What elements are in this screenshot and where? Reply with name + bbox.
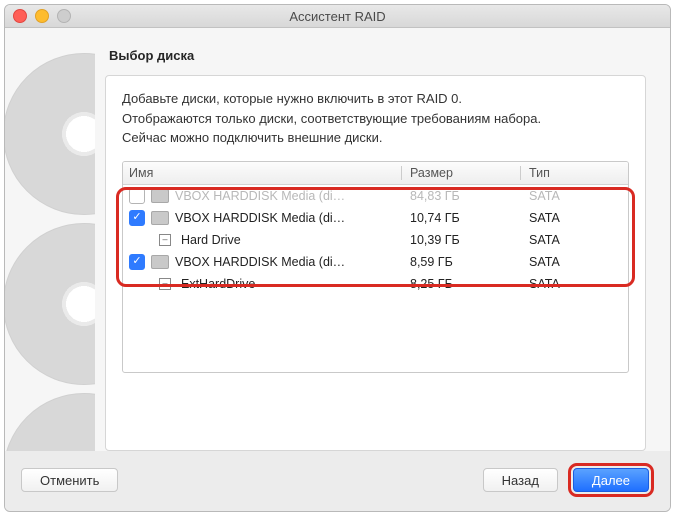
table-row[interactable]: –ExtHardDrive 8,25 ГБSATA: [123, 273, 628, 295]
disk-type: SATA: [520, 233, 628, 247]
disk-table: Имя Размер Тип VBOX HARDDISK Media (di… 8…: [122, 161, 629, 373]
hard-disk-icon: [151, 255, 169, 269]
disk-size: 10,39 ГБ: [401, 233, 520, 247]
table-row[interactable]: VBOX HARDDISK Media (di… 84,83 ГБSATA: [123, 185, 628, 207]
annotation-highlight-next: Далее: [568, 463, 654, 497]
close-icon[interactable]: [13, 9, 27, 23]
disk-name: VBOX HARDDISK Media (di…: [175, 255, 345, 269]
raid-assistant-window: Ассистент RAID Выбор диска Добавьте диск…: [4, 4, 671, 512]
collapse-icon[interactable]: –: [159, 278, 171, 290]
intro-text: Добавьте диски, которые нужно включить в…: [122, 90, 629, 149]
disk-name: VBOX HARDDISK Media (di…: [175, 189, 345, 203]
table-row[interactable]: –Hard Drive 10,39 ГБSATA: [123, 229, 628, 251]
table-header: Имя Размер Тип: [123, 162, 628, 185]
footer: Отменить Назад Далее: [5, 451, 670, 511]
table-row[interactable]: VBOX HARDDISK Media (di… 10,74 ГБSATA: [123, 207, 628, 229]
disk-type: SATA: [520, 277, 628, 291]
collapse-icon[interactable]: –: [159, 234, 171, 246]
disk-type: SATA: [520, 211, 628, 225]
header-size[interactable]: Размер: [401, 166, 520, 180]
zoom-icon: [57, 9, 71, 23]
disk-name: VBOX HARDDISK Media (di…: [175, 211, 345, 225]
disk-name: Hard Drive: [181, 233, 241, 247]
disk-type: SATA: [520, 189, 628, 203]
page-title: Выбор диска: [109, 48, 646, 63]
titlebar: Ассистент RAID: [5, 5, 670, 28]
disk-checkbox: [129, 188, 145, 204]
disk-size: 84,83 ГБ: [401, 189, 520, 203]
table-row[interactable]: VBOX HARDDISK Media (di… 8,59 ГБSATA: [123, 251, 628, 273]
disk-size: 8,25 ГБ: [401, 277, 520, 291]
minimize-icon[interactable]: [35, 9, 49, 23]
disk-checkbox[interactable]: [129, 254, 145, 270]
back-button[interactable]: Назад: [483, 468, 558, 492]
cancel-button[interactable]: Отменить: [21, 468, 118, 492]
hard-disk-icon: [151, 189, 169, 203]
main-panel: Добавьте диски, которые нужно включить в…: [105, 75, 646, 451]
disk-type: SATA: [520, 255, 628, 269]
disk-size: 8,59 ГБ: [401, 255, 520, 269]
header-type[interactable]: Тип: [520, 166, 628, 180]
hard-disk-icon: [151, 211, 169, 225]
disk-name: ExtHardDrive: [181, 277, 255, 291]
window-title: Ассистент RAID: [289, 9, 385, 24]
next-button[interactable]: Далее: [573, 468, 649, 492]
disk-checkbox[interactable]: [129, 210, 145, 226]
disk-size: 10,74 ГБ: [401, 211, 520, 225]
sidebar-art: [5, 28, 95, 451]
header-name[interactable]: Имя: [123, 166, 401, 180]
